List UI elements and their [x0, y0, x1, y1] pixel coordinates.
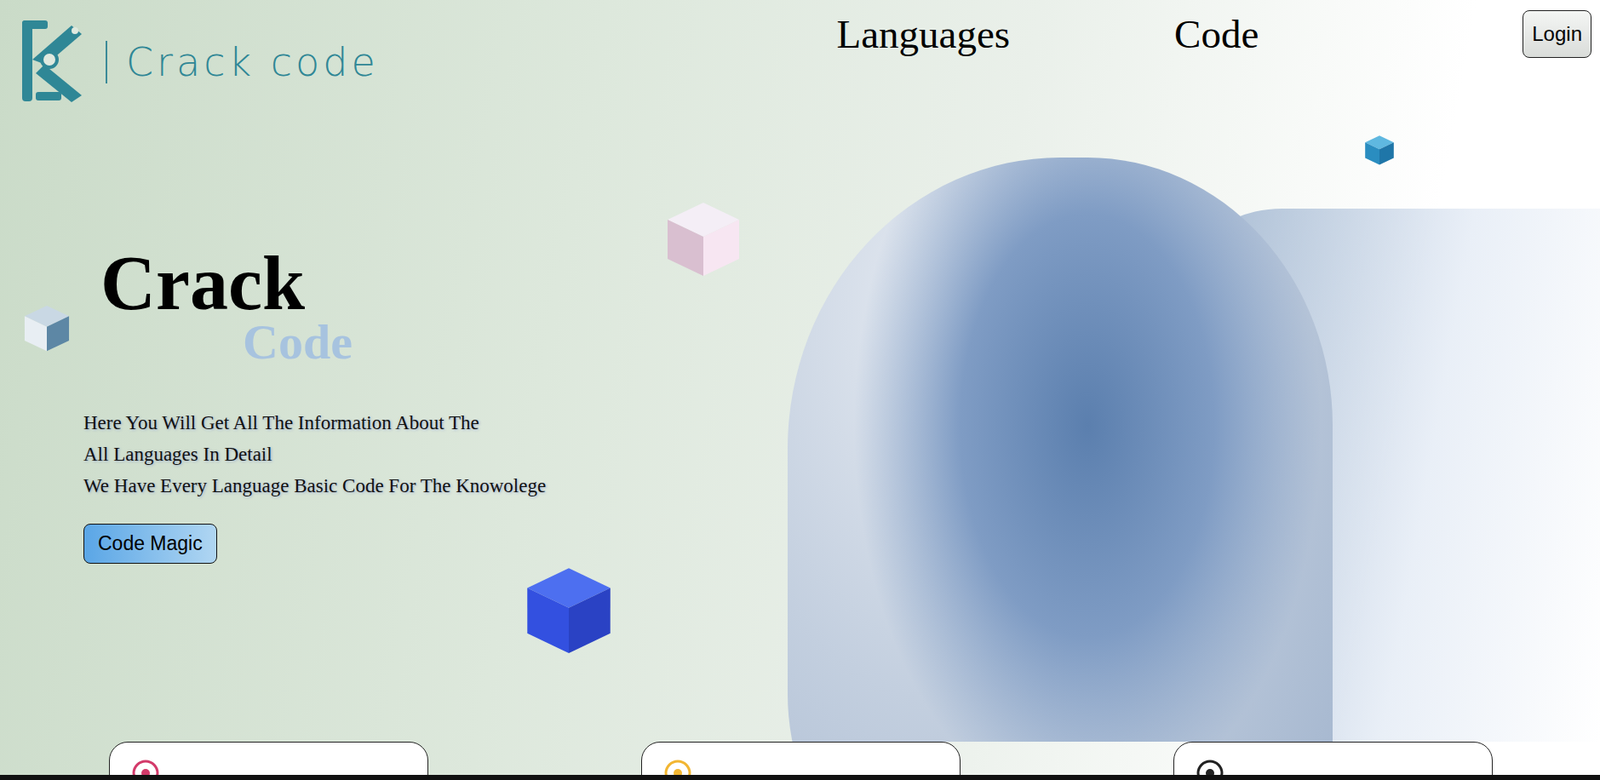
feature-cards [0, 741, 1600, 775]
cube-icon [519, 560, 619, 660]
description-line: We Have Every Language Basic Code For Th… [83, 470, 788, 502]
hero-description: Here You Will Get All The Information Ab… [83, 407, 788, 502]
logo-text: Crack code [126, 39, 379, 86]
hero-text: CrackCodeHere You Will Get All The Infor… [0, 102, 788, 742]
robot-illustration [787, 157, 1600, 742]
logo-icon [18, 17, 87, 107]
logo[interactable]: Crack code [18, 17, 379, 107]
login-button[interactable]: Login [1522, 10, 1592, 58]
code-magic-button[interactable]: Code Magic [83, 523, 218, 564]
cube-icon [1362, 132, 1397, 167]
cube-icon [660, 195, 746, 282]
header: Crack code Languages Code Login [0, 0, 1600, 103]
description-line: All Languages In Detail [83, 438, 788, 471]
cube-icon [20, 301, 74, 355]
robot-head [787, 157, 1333, 742]
nav: Languages Code [836, 10, 1259, 58]
logo-divider [105, 40, 108, 84]
hero-subtitle: Code [242, 315, 788, 370]
description-line: Here You Will Get All The Information Ab… [83, 407, 788, 439]
nav-link[interactable]: Languages [836, 10, 1010, 58]
bottom-bar [0, 774, 1600, 780]
landing-page: Crack code Languages Code Login CrackCodeHer… [0, 0, 1600, 780]
hero: CrackCodeHere You Will Get All The Infor… [0, 102, 1600, 742]
nav-link[interactable]: Code [1174, 10, 1259, 58]
